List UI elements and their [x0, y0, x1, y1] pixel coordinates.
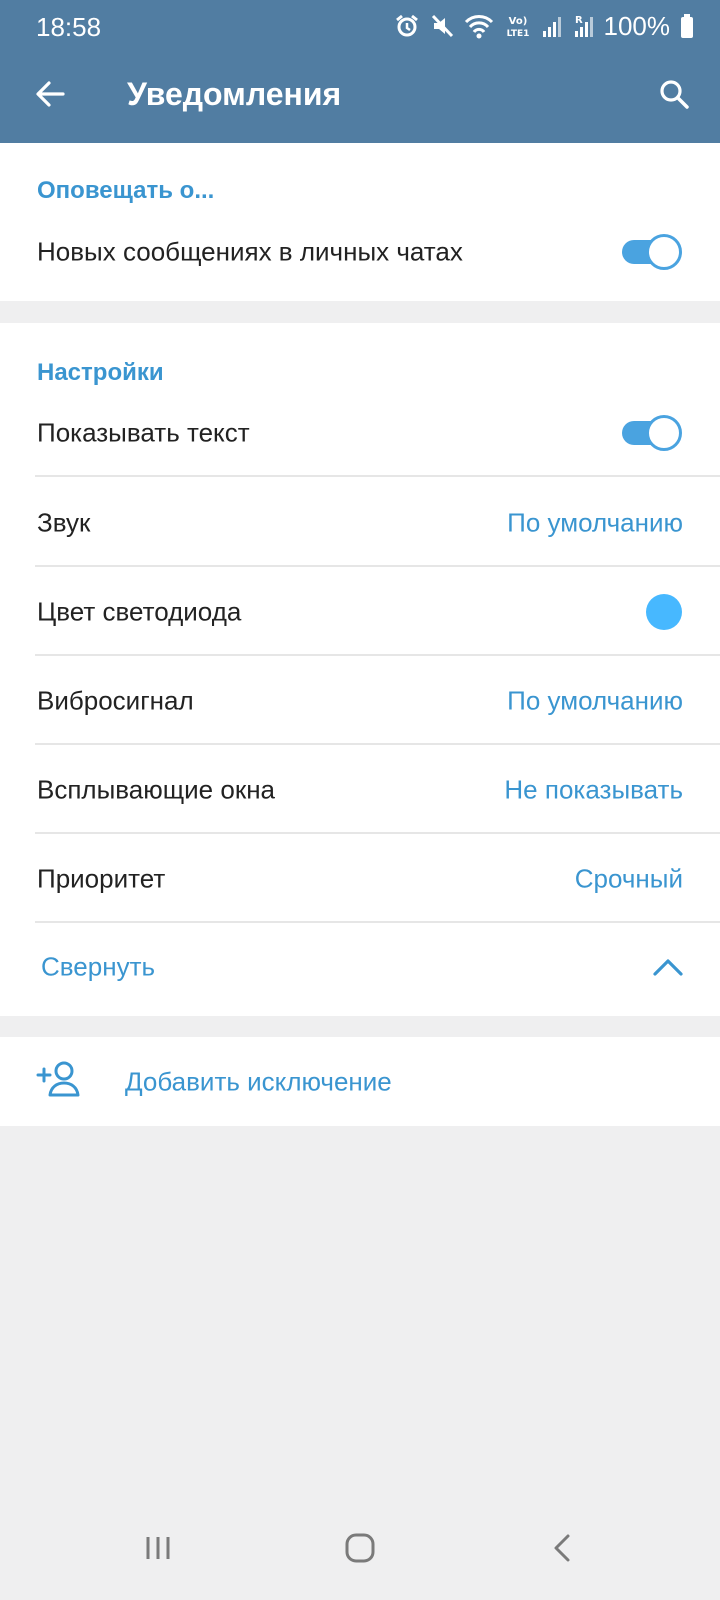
arrow-left-icon [35, 80, 65, 113]
sound-value: По умолчанию [507, 507, 683, 538]
home-icon [345, 1533, 375, 1568]
system-nav-bar [0, 1500, 720, 1600]
mute-icon [430, 13, 454, 39]
recent-apps-button[interactable] [128, 1530, 188, 1570]
row-private-chats[interactable]: Новых сообщениях в личных чатах [0, 209, 720, 295]
divider [35, 921, 720, 923]
status-bar: 18:58 Vo) LTE1 R 100% [0, 0, 720, 52]
divider [35, 832, 720, 834]
toggle-knob [646, 234, 682, 270]
notify-section-header: Оповещать о... [37, 177, 215, 204]
settings-section-header: Настройки [37, 359, 164, 386]
signal-icon [542, 13, 562, 39]
row-vibration[interactable]: Вибросигнал По умолчанию [0, 657, 720, 745]
search-icon [658, 78, 690, 115]
toolbar: Уведомления [0, 52, 720, 143]
recent-apps-icon [144, 1535, 172, 1566]
divider [35, 743, 720, 745]
status-time: 18:58 [36, 12, 102, 42]
back-icon [552, 1533, 572, 1568]
row-priority[interactable]: Приоритет Срочный [0, 835, 720, 923]
row-popup[interactable]: Всплывающие окна Не показывать [0, 746, 720, 834]
led-color-swatch [646, 594, 682, 630]
wifi-icon [464, 13, 494, 39]
row-label: Новых сообщениях в личных чатах [37, 236, 463, 267]
app-bar: 18:58 Vo) LTE1 R 100% Уведомления [0, 0, 720, 143]
svg-text:LTE1: LTE1 [506, 29, 529, 39]
exceptions-section: Добавить исключение [0, 1037, 720, 1126]
row-sound[interactable]: Звук По умолчанию [0, 479, 720, 567]
alarm-icon [394, 13, 420, 39]
signal-roaming-icon: R [572, 13, 594, 39]
row-label: Вибросигнал [37, 685, 194, 716]
popup-value: Не показывать [504, 774, 683, 805]
chevron-up-icon [652, 957, 684, 977]
back-button[interactable] [22, 68, 78, 124]
svg-text:R: R [575, 15, 583, 26]
system-back-button[interactable] [532, 1530, 592, 1570]
home-button[interactable] [330, 1530, 390, 1570]
status-icons: Vo) LTE1 R 100% [394, 10, 695, 42]
row-label: Показывать текст [37, 417, 250, 448]
settings-section: Настройки Показывать текст Звук По умолч… [0, 323, 720, 1016]
collapse-row[interactable]: Свернуть [0, 924, 720, 1010]
row-label: Цвет светодиода [37, 596, 242, 627]
add-exception-button[interactable]: Добавить исключение [0, 1037, 720, 1126]
add-exception-label: Добавить исключение [125, 1066, 392, 1096]
volte-icon: Vo) LTE1 [504, 13, 532, 39]
row-label: Звук [37, 507, 91, 538]
priority-value: Срочный [574, 863, 683, 894]
row-label: Всплывающие окна [37, 774, 276, 805]
divider [35, 654, 720, 656]
toggle-knob [646, 415, 682, 451]
collapse-label: Свернуть [41, 951, 156, 982]
private-chats-toggle[interactable] [622, 234, 682, 270]
vibration-value: По умолчанию [507, 685, 683, 716]
row-show-text[interactable]: Показывать текст [0, 389, 720, 477]
battery-percent: 100% [603, 10, 671, 41]
notify-section: Оповещать о... Новых сообщениях в личных… [0, 143, 720, 301]
row-led-color[interactable]: Цвет светодиода [0, 568, 720, 656]
battery-icon [680, 14, 694, 38]
divider [35, 565, 720, 567]
page-title: Уведомления [127, 76, 342, 112]
search-button[interactable] [646, 68, 702, 124]
add-user-icon [36, 1059, 80, 1104]
show-text-toggle[interactable] [622, 415, 682, 451]
svg-text:Vo): Vo) [508, 16, 527, 27]
row-label: Приоритет [37, 863, 166, 894]
divider [35, 475, 720, 477]
